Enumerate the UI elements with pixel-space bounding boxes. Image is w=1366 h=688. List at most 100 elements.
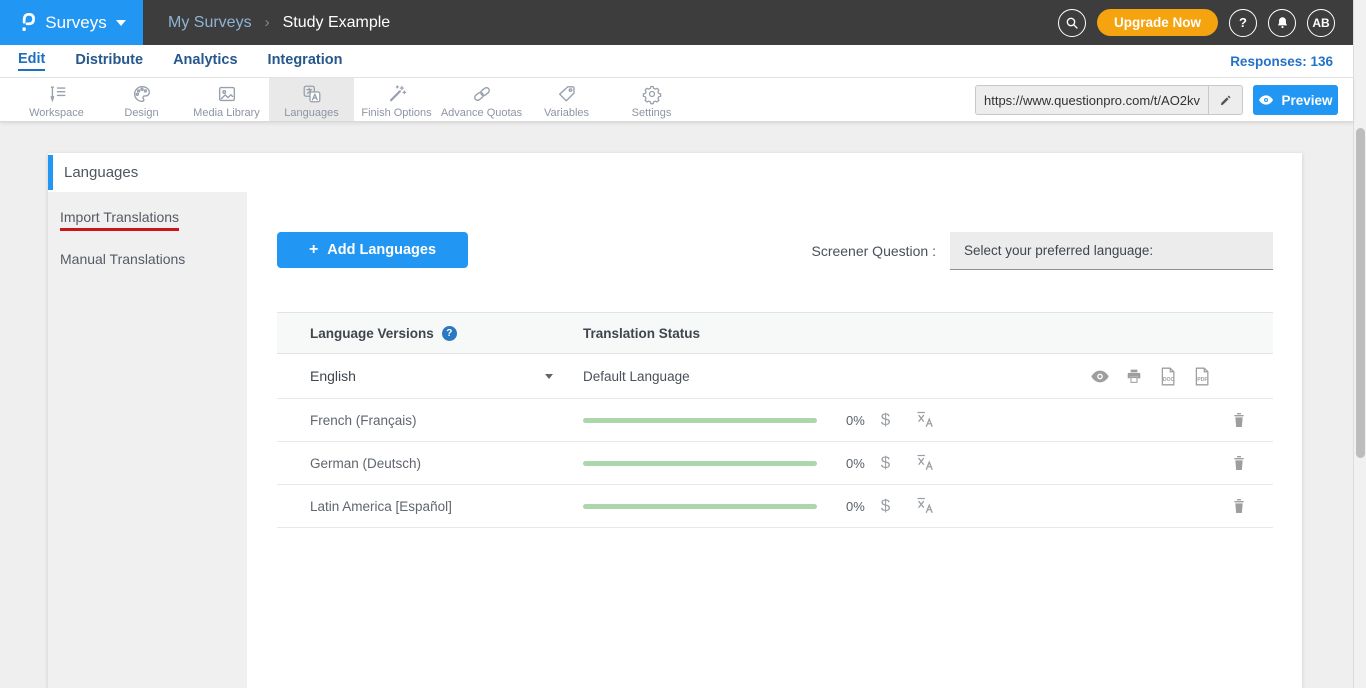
manual-translations-label: Manual Translations (60, 251, 185, 267)
translate-icon[interactable] (916, 410, 936, 430)
avatar[interactable]: AB (1307, 9, 1335, 37)
trash-icon[interactable] (1231, 454, 1247, 472)
main-area: Languages Import Translations Manual Tra… (0, 122, 1353, 688)
table-header: Language Versions ? Translation Status (277, 312, 1273, 354)
surveys-menu[interactable]: Surveys (0, 0, 143, 45)
toolbar-item-media-library[interactable]: Media Library (184, 78, 269, 121)
translate-icon[interactable] (916, 453, 936, 473)
plus-icon: + (309, 241, 318, 259)
language-name: French (Français) (310, 413, 417, 428)
tab-analytics[interactable]: Analytics (173, 52, 237, 70)
languages-card: Languages Import Translations Manual Tra… (48, 153, 1302, 688)
magic-wand-icon (386, 83, 408, 105)
screener-question-select[interactable]: Select your preferred language: (950, 232, 1273, 270)
trash-icon[interactable] (1231, 411, 1247, 429)
toolbar-item-settings[interactable]: Settings (609, 78, 694, 121)
section-title: Languages (48, 164, 138, 181)
translate-squares-icon (301, 83, 323, 105)
upgrade-now-button[interactable]: Upgrade Now (1097, 9, 1218, 36)
edit-url-button[interactable] (1208, 86, 1242, 114)
top-actions: Upgrade Now ? AB (1058, 0, 1335, 45)
toolbar-label: Finish Options (361, 107, 431, 119)
survey-url-input[interactable] (976, 93, 1208, 108)
breadcrumb-my-surveys[interactable]: My Surveys (168, 14, 252, 32)
preview-button[interactable]: Preview (1253, 85, 1338, 115)
scrollbar-thumb[interactable] (1356, 128, 1365, 458)
progress-percent: 0% (846, 456, 865, 471)
chevron-down-icon (116, 20, 126, 26)
table-row-latin-america: Latin America [Español] 0% $ (277, 485, 1273, 528)
toolbar-item-workspace[interactable]: Workspace (14, 78, 99, 121)
chevron-down-icon (545, 374, 553, 379)
add-languages-button[interactable]: + Add Languages (277, 232, 468, 268)
dollar-icon[interactable]: $ (881, 410, 890, 430)
default-language-status: Default Language (583, 369, 690, 384)
languages-side-menu: Import Translations Manual Translations (48, 192, 247, 688)
eye-icon (1258, 94, 1274, 106)
translate-icon[interactable] (916, 496, 936, 516)
card-title-row: Languages (48, 153, 1302, 192)
toolbar-item-design[interactable]: Design (99, 78, 184, 121)
dollar-icon[interactable]: $ (881, 496, 890, 516)
brand-label: Surveys (45, 13, 106, 33)
workspace-icon (46, 83, 68, 105)
toolbar-item-languages[interactable]: Languages (269, 78, 354, 121)
export-pdf-icon[interactable]: PDF (1192, 366, 1211, 387)
chain-link-icon (471, 83, 493, 105)
menu-item-manual-translations[interactable]: Manual Translations (48, 239, 247, 278)
edit-toolbar: Workspace Design Media Library (0, 78, 1353, 122)
toolbar-item-variables[interactable]: Variables (524, 78, 609, 121)
breadcrumb: My Surveys › Study Example (168, 0, 390, 45)
toolbar-item-finish-options[interactable]: Finish Options (354, 78, 439, 121)
survey-url-box (975, 85, 1243, 115)
active-section-indicator (48, 155, 53, 190)
vertical-scrollbar[interactable] (1353, 0, 1366, 688)
progress-percent: 0% (846, 499, 865, 514)
tab-distribute[interactable]: Distribute (75, 52, 143, 70)
tab-integration[interactable]: Integration (268, 52, 343, 70)
toolbar-label: Settings (632, 107, 672, 119)
questionpro-app: Surveys My Surveys › Study Example Upgra… (0, 0, 1353, 688)
tab-edit[interactable]: Edit (18, 51, 45, 71)
import-translations-label: Import Translations (60, 209, 179, 231)
preview-label: Preview (1281, 93, 1332, 108)
search-button[interactable] (1058, 9, 1086, 37)
row-actions: DOC PDF (1090, 366, 1211, 387)
trash-icon[interactable] (1231, 497, 1247, 515)
image-icon (216, 83, 238, 105)
default-language-dropdown[interactable]: English (277, 368, 583, 384)
language-versions-table: Language Versions ? Translation Status E… (277, 312, 1273, 528)
language-name: German (Deutsch) (310, 456, 421, 471)
bell-icon (1275, 15, 1290, 30)
breadcrumb-separator: › (265, 14, 270, 31)
pencil-icon (1219, 93, 1233, 107)
translation-progress-bar (583, 504, 817, 509)
table-row-english: English Default Language (277, 354, 1273, 399)
help-icon[interactable]: ? (442, 326, 457, 341)
breadcrumb-current-survey: Study Example (283, 14, 391, 32)
responses-count[interactable]: Responses: 136 (1230, 54, 1333, 69)
survey-nav: Edit Distribute Analytics Integration Re… (0, 45, 1353, 78)
notifications-button[interactable] (1268, 9, 1296, 37)
toolbar-label: Media Library (193, 107, 260, 119)
table-row-french: French (Français) 0% $ (277, 399, 1273, 442)
help-button[interactable]: ? (1229, 9, 1257, 37)
svg-text:PDF: PDF (1197, 376, 1207, 382)
translation-progress-bar (583, 418, 817, 423)
translation-progress-bar (583, 461, 817, 466)
menu-item-import-translations[interactable]: Import Translations (48, 200, 247, 239)
toolbar-label: Variables (544, 107, 589, 119)
svg-text:DOC: DOC (1163, 376, 1175, 382)
toolbar-label: Design (124, 107, 158, 119)
questionpro-logo-icon (17, 10, 36, 36)
screener-question-label: Screener Question : (811, 243, 936, 259)
progress-percent: 0% (846, 413, 865, 428)
language-name: Latin America [Español] (310, 499, 452, 514)
export-doc-icon[interactable]: DOC (1158, 366, 1177, 387)
toolbar-label: Languages (284, 107, 338, 119)
toolbar-item-advance-quotas[interactable]: Advance Quotas (439, 78, 524, 121)
preview-eye-icon[interactable] (1090, 369, 1110, 384)
dollar-icon[interactable]: $ (881, 453, 890, 473)
print-icon[interactable] (1125, 367, 1143, 385)
col-translation-status: Translation Status (583, 326, 1273, 341)
